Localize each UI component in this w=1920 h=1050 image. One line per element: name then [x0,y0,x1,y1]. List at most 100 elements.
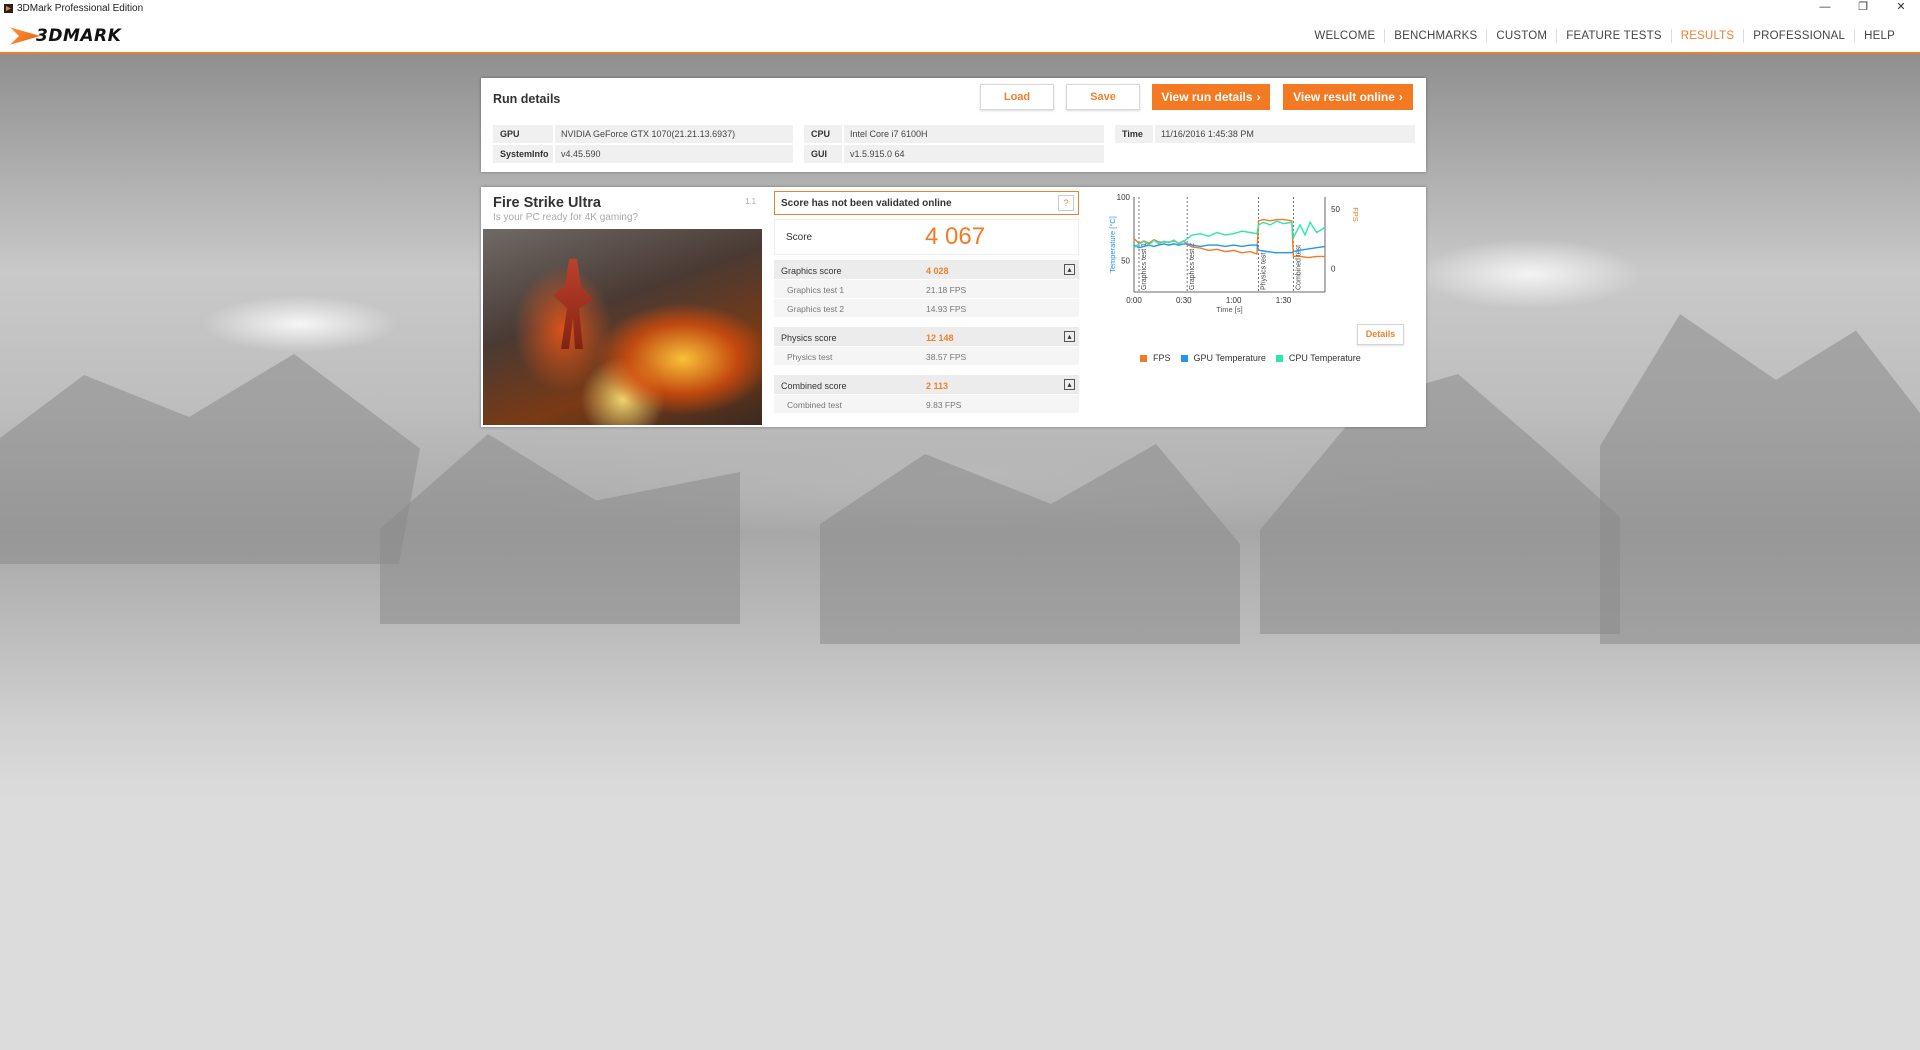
nav-help[interactable]: HELP [1855,29,1920,43]
graphics-test-1-label: Graphics test 1 [787,285,845,295]
3dmark-logo[interactable]: 3DMARK [10,22,121,50]
restore-icon[interactable]: ❐ [1844,0,1882,17]
combined-score-row: Combined score 2 113 ▴ [774,374,1079,394]
window-titlebar: 3DMark Professional Edition — ❐ ✕ [0,0,1920,17]
cpu-key: CPU [804,125,842,143]
combined-score-value: 2 113 [926,381,949,391]
x-tick-label: 0:00 [1126,296,1142,305]
view-result-online-button[interactable]: View result online › [1283,84,1413,110]
graphics-section: Graphics score 4 028 ▴ Graphics test 1 2… [774,259,1079,317]
combined-test-value: 9.83 FPS [926,400,962,410]
collapse-icon[interactable]: ▴ [1064,379,1075,390]
gpu-value: NVIDIA GeForce GTX 1070(21.21.13.6937) [555,125,793,143]
overall-score: Score 4 067 [774,219,1079,255]
background-rock [820,444,1240,644]
systeminfo-key: SystemInfo [493,145,553,163]
segment-label: Graphics test 1 [1141,243,1148,290]
benchmark-subtitle: Is your PC ready for 4K gaming? [493,212,639,223]
physics-test-value: 38.57 FPS [926,352,967,362]
x-tick-label: 1:30 [1276,296,1292,305]
background-rock [0,354,420,564]
minimize-icon[interactable]: — [1806,0,1844,17]
graphics-test-1-value: 21.18 FPS [926,285,967,295]
time-row: Time 11/16/2016 1:45:38 PM [1115,125,1415,143]
systeminfo-row: SystemInfo v4.45.590 [493,145,793,163]
logo-text: 3DMARK [36,26,122,46]
view-run-details-button[interactable]: View run details › [1152,84,1270,110]
background-rock [380,434,740,624]
run-details-panel: Run details Load Save View run details › … [481,78,1426,172]
artwork-figure [553,259,593,349]
legend-label-fps: FPS [1153,353,1171,363]
physics-section: Physics score 12 148 ▴ Physics test 38.5… [774,326,1079,365]
segment-label: Physics test [1261,253,1268,290]
physics-score-value: 12 148 [926,333,954,343]
validation-text: Score has not been validated online [781,198,952,209]
x-tick-label: 1:00 [1226,296,1242,305]
graphics-test-2-value: 14.93 FPS [926,304,967,314]
graphics-score-label: Graphics score [781,266,842,276]
physics-test-label: Physics test [787,352,833,362]
background-rock [1600,314,1920,644]
nav-custom[interactable]: CUSTOM [1487,28,1558,43]
systeminfo-value: v4.45.590 [555,145,793,163]
app-header: 3DMARK WELCOME BENCHMARKS CUSTOM FEATURE… [0,17,1920,54]
y-axis-label-left: Temperature [°C] [1108,216,1117,273]
collapse-icon[interactable]: ▴ [1064,331,1075,342]
graphics-score-row: Graphics score 4 028 ▴ [774,259,1079,279]
collapse-icon[interactable]: ▴ [1064,264,1075,275]
gui-row: GUI v1.5.915.0 64 [804,145,1104,163]
graphics-test-2-row: Graphics test 2 14.93 FPS [774,298,1079,317]
help-icon[interactable]: ? [1058,195,1074,211]
monitoring-chart-area: 100 50 50 0 0:00 0:30 1:00 1:30 Time [s] Temperat… [1091,187,1426,427]
nav-welcome[interactable]: WELCOME [1305,28,1386,43]
graphics-test-2-label: Graphics test 2 [787,304,845,314]
y-tick-label-right: 0 [1331,264,1336,273]
legend-label-cpu: CPU Temperature [1288,353,1361,363]
combined-score-label: Combined score [781,381,847,391]
benchmark-title: Fire Strike Ultra [493,195,601,211]
combined-section: Combined score 2 113 ▴ Combined test 9.8… [774,374,1079,413]
y-tick-label-right: 50 [1331,205,1340,214]
run-details-title: Run details [493,92,561,106]
score-value: 4 067 [925,223,986,250]
graphics-score-value: 4 028 [926,266,949,276]
gpu-row: GPU NVIDIA GeForce GTX 1070(21.21.13.693… [493,125,793,143]
nav-professional[interactable]: PROFESSIONAL [1744,28,1856,43]
benchmark-version: 1.1 [745,197,757,206]
legend-item-fps: FPS [1140,353,1171,363]
gui-key: GUI [804,145,842,163]
legend-swatch-fps [1140,354,1147,362]
legend-item-gpu-temperature: GPU Temperature [1180,353,1266,363]
window-title: 3DMark Professional Edition [17,3,144,14]
details-button[interactable]: Details [1357,324,1404,345]
logo-mark-icon [10,25,40,47]
monitoring-chart: 100 50 50 0 0:00 0:30 1:00 1:30 Time [s] Temperat… [1108,193,1360,314]
main-nav: WELCOME BENCHMARKS CUSTOM FEATURE TESTS … [1305,17,1920,54]
window-controls: — ❐ ✕ [1806,0,1920,17]
nav-benchmarks[interactable]: BENCHMARKS [1385,28,1488,43]
time-key: Time [1115,125,1153,143]
y-axis-label-right: FPS [1351,207,1360,222]
nav-results[interactable]: RESULTS [1672,28,1745,43]
cpu-value: Intel Core i7 6100H [844,125,1104,143]
legend-label-gpu: GPU Temperature [1193,353,1266,363]
app-icon [4,4,13,13]
view-run-details-label: View run details [1161,90,1253,104]
y-tick-label-left: 100 [1117,193,1131,202]
chart-legend: FPS GPU Temperature CPU Temperature [1140,353,1371,363]
time-value: 11/16/2016 1:45:38 PM [1155,125,1415,143]
combined-test-label: Combined test [787,400,842,410]
y-tick-label-left: 50 [1121,256,1130,265]
benchmark-result-panel: Fire Strike Ultra Is your PC ready for 4… [481,187,1426,427]
cpu-row: CPU Intel Core i7 6100H [804,125,1104,143]
close-icon[interactable]: ✕ [1882,0,1920,17]
physics-test-row: Physics test 38.57 FPS [774,346,1079,365]
save-button[interactable]: Save [1066,84,1140,110]
score-label: Score [786,232,813,243]
segment-label: Graphics test 2 [1189,243,1196,290]
validation-status: Score has not been validated online ? [774,191,1079,215]
load-button[interactable]: Load [980,84,1054,110]
gui-value: v1.5.915.0 64 [844,145,1104,163]
nav-feature-tests[interactable]: FEATURE TESTS [1557,28,1672,43]
